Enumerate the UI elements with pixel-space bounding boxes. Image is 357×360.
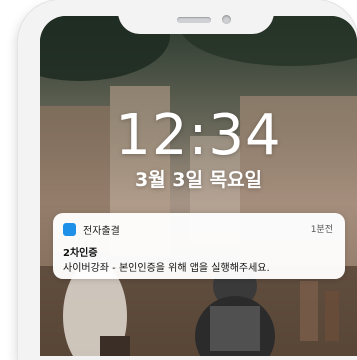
lock-date: 3월 3일 목요일 (134, 169, 263, 191)
speaker-grille (177, 17, 211, 23)
front-camera (222, 15, 231, 24)
lock-time: 12:34 (115, 103, 282, 168)
notification-body: 사이버강좌 - 본인인증을 위해 앱을 실행해주세요. (63, 263, 270, 274)
app-icon (63, 223, 76, 236)
notification-card[interactable]: 전자출결 1분전 2차인증 사이버강좌 - 본인인증을 위해 앱을 실행해주세요… (53, 213, 345, 279)
notification-app-name: 전자출결 (83, 226, 120, 237)
notification-time: 1분전 (310, 225, 333, 235)
notification-title: 2차인증 (63, 248, 98, 259)
